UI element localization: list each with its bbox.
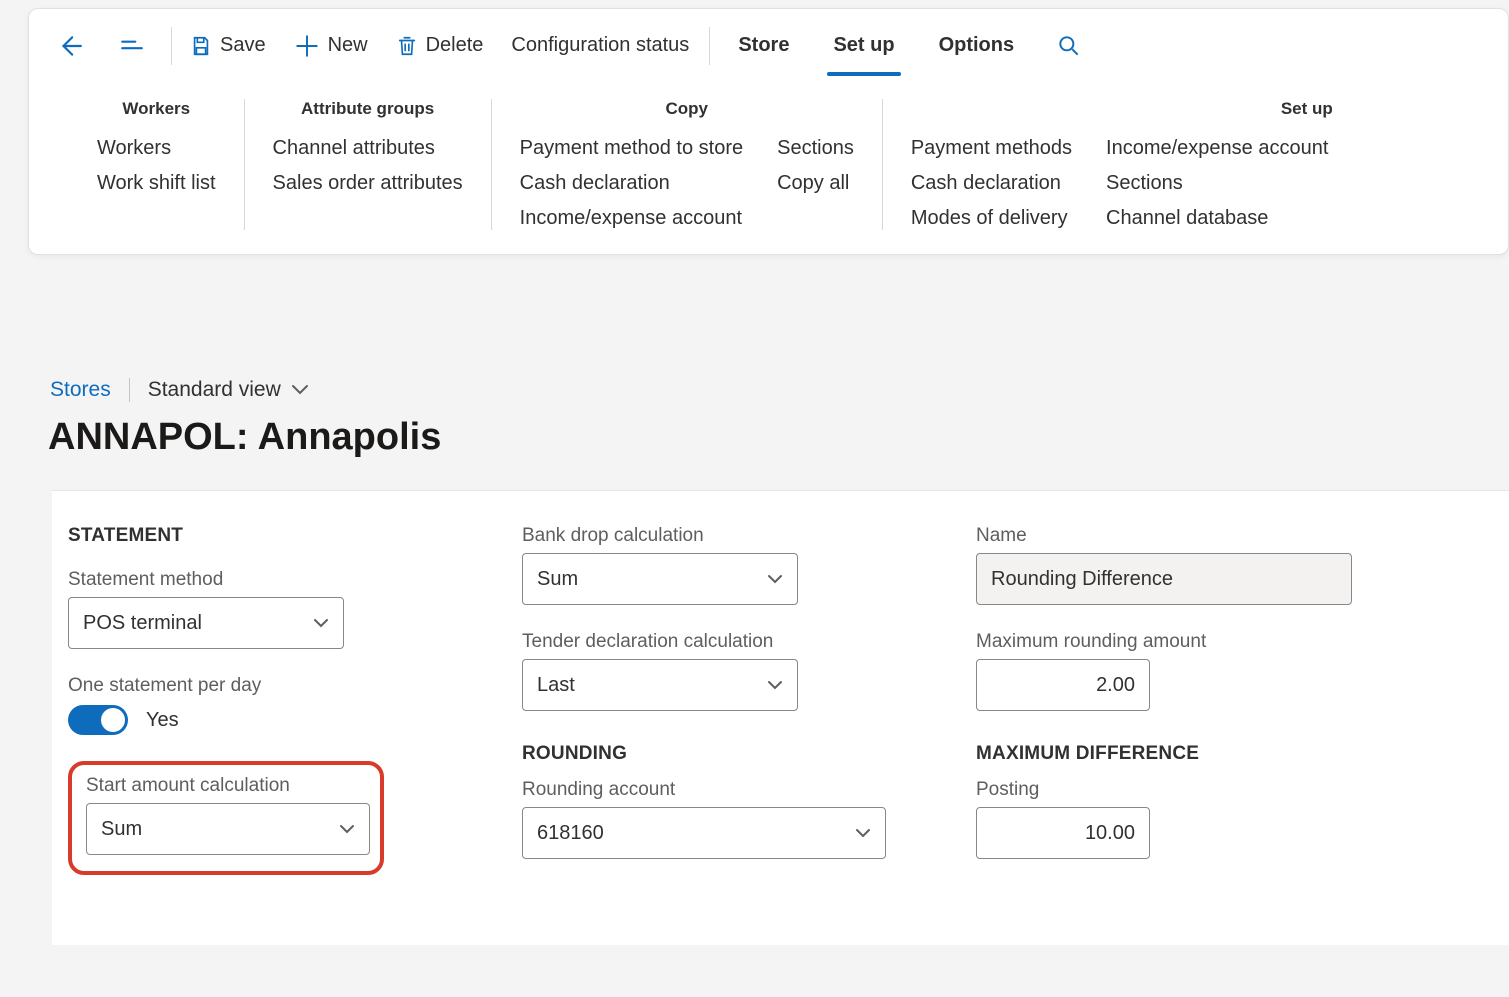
view-picker-label: Standard view (148, 378, 281, 402)
form-panel: STATEMENT Statement method POS terminal … (52, 490, 1509, 945)
rounding-account-label: Rounding account (522, 779, 976, 801)
chevron-down-icon (767, 680, 783, 690)
bank-drop-calculation-select[interactable]: Sum (522, 553, 798, 605)
new-label: New (328, 34, 368, 57)
view-picker[interactable]: Standard view (148, 378, 309, 402)
ribbon-group-workers: Workers Workers Work shift list (69, 99, 244, 230)
statement-method-value: POS terminal (83, 612, 202, 635)
chevron-down-icon (291, 384, 309, 396)
app-card: Save New Delete Configuration status Sto (28, 8, 1509, 255)
ribbon-item-work-shift-list[interactable]: Work shift list (97, 172, 216, 195)
tab-store[interactable]: Store (716, 9, 811, 82)
maximum-rounding-amount-input[interactable]: 2.00 (976, 659, 1150, 711)
ribbon-item-workers[interactable]: Workers (97, 137, 216, 160)
maximum-rounding-amount-label: Maximum rounding amount (976, 631, 1509, 653)
tender-declaration-calculation-label: Tender declaration calculation (522, 631, 976, 653)
ribbon-group-title: Workers (97, 99, 216, 137)
config-status-button[interactable]: Configuration status (497, 9, 703, 82)
ribbon-item-channel-attributes[interactable]: Channel attributes (273, 137, 463, 160)
name-value: Rounding Difference (991, 568, 1173, 591)
search-button[interactable] (1042, 9, 1104, 82)
ribbon-item-payment-method-to-store[interactable]: Payment method to store (520, 137, 743, 160)
config-status-label: Configuration status (511, 34, 689, 57)
breadcrumb-stores-link[interactable]: Stores (50, 378, 111, 402)
delete-label: Delete (426, 34, 484, 57)
ribbon-item-sections[interactable]: Sections (777, 137, 854, 160)
ribbon-item-income-expense-account[interactable]: Income/expense account (520, 207, 743, 230)
ribbon-group-title: Copy (520, 99, 854, 137)
name-label: Name (976, 525, 1509, 547)
start-amount-calculation-value: Sum (101, 818, 142, 841)
maximum-difference-section-title: MAXIMUM DIFFERENCE (976, 743, 1509, 765)
statement-method-label: Statement method (68, 569, 522, 591)
maximum-rounding-amount-value: 2.00 (1096, 674, 1135, 697)
statement-section-title: STATEMENT (68, 525, 522, 547)
ribbon-item-income-expense-account-setup[interactable]: Income/expense account (1106, 137, 1328, 160)
tab-options[interactable]: Options (917, 9, 1037, 82)
form-column-1: STATEMENT Statement method POS terminal … (68, 525, 522, 885)
new-button[interactable]: New (280, 9, 382, 82)
toolbar-separator (171, 27, 172, 65)
chevron-down-icon (313, 618, 329, 628)
ribbon-item-cash-declaration[interactable]: Cash declaration (520, 172, 743, 195)
posting-label: Posting (976, 779, 1509, 801)
ribbon-item-sales-order-attributes[interactable]: Sales order attributes (273, 172, 463, 195)
toggle-knob (101, 708, 125, 732)
bank-drop-calculation-label: Bank drop calculation (522, 525, 976, 547)
menu-lines-icon (119, 33, 145, 59)
save-icon (190, 35, 212, 57)
chevron-down-icon (767, 574, 783, 584)
ribbon-item-copy-all[interactable]: Copy all (777, 172, 854, 195)
ribbon-item-sections-setup[interactable]: Sections (1106, 172, 1328, 195)
search-icon (1056, 33, 1082, 59)
ribbon-item-cash-declaration-setup[interactable]: Cash declaration (911, 172, 1072, 195)
back-button[interactable] (43, 9, 105, 82)
save-button[interactable]: Save (176, 9, 280, 82)
tab-set-up-label: Set up (833, 34, 894, 57)
back-arrow-icon (57, 33, 83, 59)
form-column-2: Bank drop calculation Sum Tender declara… (522, 525, 976, 885)
start-amount-calculation-label: Start amount calculation (86, 775, 366, 797)
breadcrumb-separator (129, 378, 130, 402)
toolbar: Save New Delete Configuration status Sto (29, 9, 1508, 83)
tender-declaration-calculation-select[interactable]: Last (522, 659, 798, 711)
tab-set-up[interactable]: Set up (811, 9, 916, 82)
tab-options-label: Options (939, 34, 1015, 57)
name-field: Rounding Difference (976, 553, 1352, 605)
toolbar-separator (709, 27, 710, 65)
rounding-account-value: 618160 (537, 822, 604, 845)
save-label: Save (220, 34, 266, 57)
ribbon-group-title: Attribute groups (273, 99, 463, 137)
rounding-section-title: ROUNDING (522, 743, 976, 765)
delete-button[interactable]: Delete (382, 9, 498, 82)
posting-input[interactable]: 10.00 (976, 807, 1150, 859)
plus-icon (294, 33, 320, 59)
statement-method-select[interactable]: POS terminal (68, 597, 344, 649)
start-amount-highlight: Start amount calculation Sum (68, 761, 384, 875)
ribbon-item-payment-methods[interactable]: Payment methods (911, 137, 1072, 160)
posting-value: 10.00 (1085, 822, 1135, 845)
ribbon-group-title: Set up (911, 99, 1480, 137)
start-amount-calculation-select[interactable]: Sum (86, 803, 370, 855)
tab-store-label: Store (738, 34, 789, 57)
page-title: ANNAPOL: Annapolis (48, 416, 441, 459)
ribbon-group-set-up: Set up Payment methods Cash declaration … (882, 99, 1508, 230)
menu-button[interactable] (105, 9, 167, 82)
bank-drop-calculation-value: Sum (537, 568, 578, 591)
trash-icon (396, 35, 418, 57)
form-column-3: Name Rounding Difference Maximum roundin… (976, 525, 1509, 885)
chevron-down-icon (855, 828, 871, 838)
ribbon: Workers Workers Work shift list Attribut… (29, 83, 1508, 254)
ribbon-group-copy: Copy Payment method to store Cash declar… (491, 99, 882, 230)
ribbon-item-channel-database[interactable]: Channel database (1106, 207, 1328, 230)
one-statement-per-day-toggle[interactable] (68, 705, 128, 735)
tender-declaration-calculation-value: Last (537, 674, 575, 697)
one-statement-per-day-value: Yes (146, 709, 179, 732)
one-statement-per-day-label: One statement per day (68, 675, 522, 697)
ribbon-group-attribute-groups: Attribute groups Channel attributes Sale… (244, 99, 491, 230)
ribbon-item-modes-of-delivery[interactable]: Modes of delivery (911, 207, 1072, 230)
chevron-down-icon (339, 824, 355, 834)
rounding-account-select[interactable]: 618160 (522, 807, 886, 859)
breadcrumb-bar: Stores Standard view (50, 378, 309, 402)
